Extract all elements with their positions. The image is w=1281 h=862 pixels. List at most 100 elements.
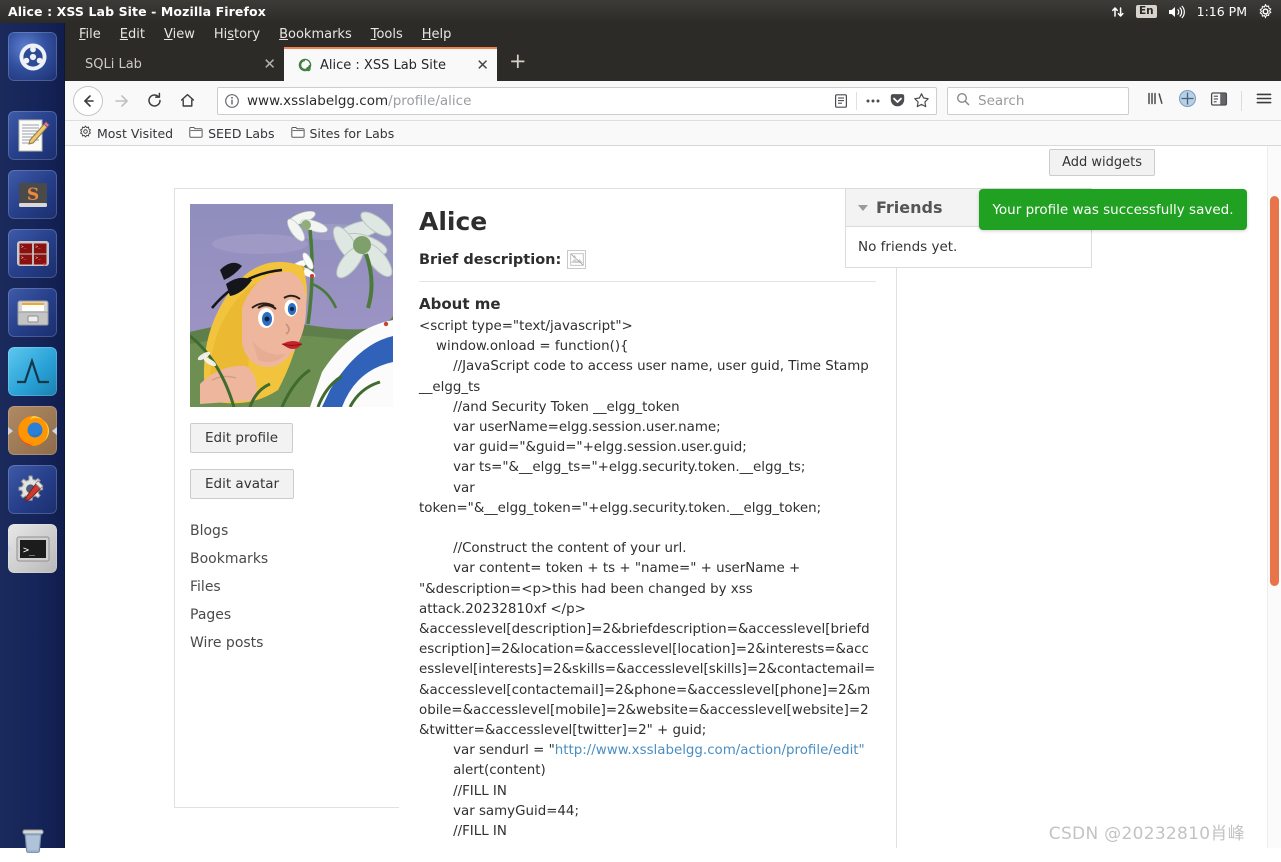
sync-account-icon[interactable]	[1178, 89, 1197, 112]
close-icon[interactable]: ✕	[263, 56, 276, 72]
profile-main-panel: Alice Brief description: About me <scrip…	[399, 188, 897, 848]
menu-tools[interactable]: Tools	[371, 27, 403, 42]
navigation-toolbar: www.xsslabelgg.com/profile/alice Search	[65, 81, 1281, 121]
wireshark-icon[interactable]	[8, 347, 57, 396]
url-text: www.xsslabelgg.com/profile/alice	[247, 93, 826, 109]
clock[interactable]: 1:16 PM	[1197, 4, 1247, 19]
svg-text:>_: >_	[35, 245, 41, 250]
close-icon[interactable]: ✕	[476, 57, 489, 73]
svg-text:>_: >_	[21, 256, 27, 261]
svg-text:>_: >_	[21, 245, 27, 250]
url-host: www.xsslabelgg.com	[247, 92, 389, 109]
tab-bar: SQLi Lab ✕ Alice : XSS Lab Site ✕ +	[65, 45, 1281, 81]
system-tray: En 1:16 PM	[1111, 0, 1281, 23]
bookmark-most-visited[interactable]: Most Visited	[79, 125, 173, 141]
urlbar-divider	[856, 91, 857, 110]
firefox-icon[interactable]	[8, 406, 57, 455]
gear-icon[interactable]	[1258, 0, 1273, 23]
tab-sqli-lab[interactable]: SQLi Lab ✕	[71, 47, 284, 81]
profile-link-blogs[interactable]: Blogs	[190, 517, 399, 545]
folder-icon	[189, 126, 203, 141]
menu-edit[interactable]: Edit	[120, 27, 145, 42]
search-bar[interactable]: Search	[947, 86, 1129, 115]
toolbar-right-icons	[1132, 89, 1273, 112]
edit-avatar-button-wrap: Edit avatar	[190, 453, 399, 499]
about-me-body: <script type="text/javascript"> window.o…	[419, 317, 876, 842]
avatar[interactable]	[190, 204, 393, 407]
profile-sidebar: Edit profile Edit avatar Blogs Bookmarks…	[174, 188, 399, 808]
reader-view-icon[interactable]	[833, 93, 849, 109]
tab-label: Alice : XSS Lab Site	[320, 57, 447, 73]
new-tab-button[interactable]: +	[497, 50, 537, 76]
profile-link-wire-posts[interactable]: Wire posts	[190, 629, 399, 657]
menu-file[interactable]: FFileile	[79, 27, 101, 42]
page-scrollbar-thumb[interactable]	[1270, 196, 1279, 586]
window-title: Alice : XSS Lab Site - Mozilla Firefox	[8, 4, 266, 19]
reload-button[interactable]	[139, 86, 169, 116]
menu-bookmarks[interactable]: Bookmarks	[279, 27, 352, 42]
profile-link-files[interactable]: Files	[190, 573, 399, 601]
bookmark-label: Most Visited	[97, 125, 174, 141]
brief-description-label: Brief description:	[419, 251, 562, 268]
volume-icon[interactable]	[1168, 0, 1186, 23]
system-settings-icon[interactable]	[8, 465, 57, 514]
info-circle-icon[interactable]	[224, 93, 240, 109]
page-scrollbar-track[interactable]	[1267, 146, 1281, 848]
tab-label: SQLi Lab	[85, 56, 142, 72]
back-button[interactable]	[73, 85, 103, 116]
network-updown-icon[interactable]	[1111, 0, 1125, 23]
search-icon	[956, 92, 970, 110]
add-widgets-button[interactable]: Add widgets	[1049, 149, 1155, 176]
terminator-icon[interactable]: >_ >_ >_ >_	[8, 229, 57, 278]
running-indicator-left	[8, 426, 13, 435]
trash-icon[interactable]	[8, 813, 57, 862]
svg-text:>_: >_	[23, 545, 36, 556]
profile-link-bookmarks[interactable]: Bookmarks	[190, 545, 399, 573]
forward-button[interactable]	[106, 86, 136, 116]
tab-alice-xss-lab-site[interactable]: Alice : XSS Lab Site ✕	[284, 47, 497, 81]
page-actions-icon[interactable]	[864, 93, 882, 109]
caret-down-icon[interactable]	[858, 204, 868, 211]
ubuntu-dash-icon[interactable]	[8, 32, 57, 81]
menu-view[interactable]: View	[164, 27, 195, 42]
search-placeholder: Search	[978, 92, 1025, 109]
sendurl-link[interactable]: http://www.xsslabelgg.com/action/profile…	[555, 743, 865, 758]
about-body-part-1: <script type="text/javascript"> window.o…	[419, 319, 876, 759]
broken-image-icon	[567, 250, 587, 269]
menu-help[interactable]: Help	[422, 27, 452, 42]
url-path: /profile/alice	[388, 92, 472, 109]
edit-avatar-button[interactable]: Edit avatar	[190, 469, 295, 499]
bookmark-sites-for-labs[interactable]: Sites for Labs	[290, 125, 395, 141]
running-indicator-left	[8, 544, 13, 553]
svg-text:>_: >_	[35, 256, 41, 261]
focused-indicator-right	[52, 426, 57, 435]
status-badge: Your profile was successfully saved.	[979, 189, 1247, 230]
bookmark-label: Sites for Labs	[309, 125, 395, 141]
profile-link-pages[interactable]: Pages	[190, 601, 399, 629]
library-icon[interactable]	[1146, 90, 1165, 111]
friends-widget-body: No friends yet.	[858, 239, 958, 255]
keyboard-layout-indicator[interactable]: En	[1135, 5, 1157, 18]
text-editor-icon[interactable]	[8, 111, 57, 160]
pocket-icon[interactable]	[889, 92, 906, 109]
bookmark-label: SEED Labs	[208, 125, 275, 141]
page-content: Add widgets Edit profile Edit avatar Blo…	[65, 146, 1267, 848]
site-favicon-icon	[298, 58, 313, 73]
bookmark-star-icon[interactable]	[913, 92, 930, 109]
file-manager-icon[interactable]	[8, 288, 57, 337]
home-button[interactable]	[172, 86, 202, 116]
menu-history[interactable]: History	[214, 27, 260, 42]
edit-profile-button-wrap: Edit profile	[190, 407, 399, 453]
sublime-text-icon[interactable]: S	[8, 170, 57, 219]
about-body-part-2: alert(content) //FILL IN var samyGuid=44…	[453, 763, 579, 840]
sidebar-icon[interactable]	[1210, 91, 1228, 111]
friends-widget-title: Friends	[876, 198, 943, 217]
toast-message: Your profile was successfully saved.	[992, 201, 1234, 218]
brief-description-row: Brief description:	[419, 250, 876, 282]
bookmark-seed-labs[interactable]: SEED Labs	[189, 125, 275, 141]
url-bar[interactable]: www.xsslabelgg.com/profile/alice	[217, 86, 937, 115]
hamburger-menu-icon[interactable]	[1255, 91, 1273, 110]
svg-text:S: S	[26, 185, 38, 205]
terminal-icon[interactable]: >_	[8, 524, 57, 573]
edit-profile-button[interactable]: Edit profile	[190, 423, 294, 453]
